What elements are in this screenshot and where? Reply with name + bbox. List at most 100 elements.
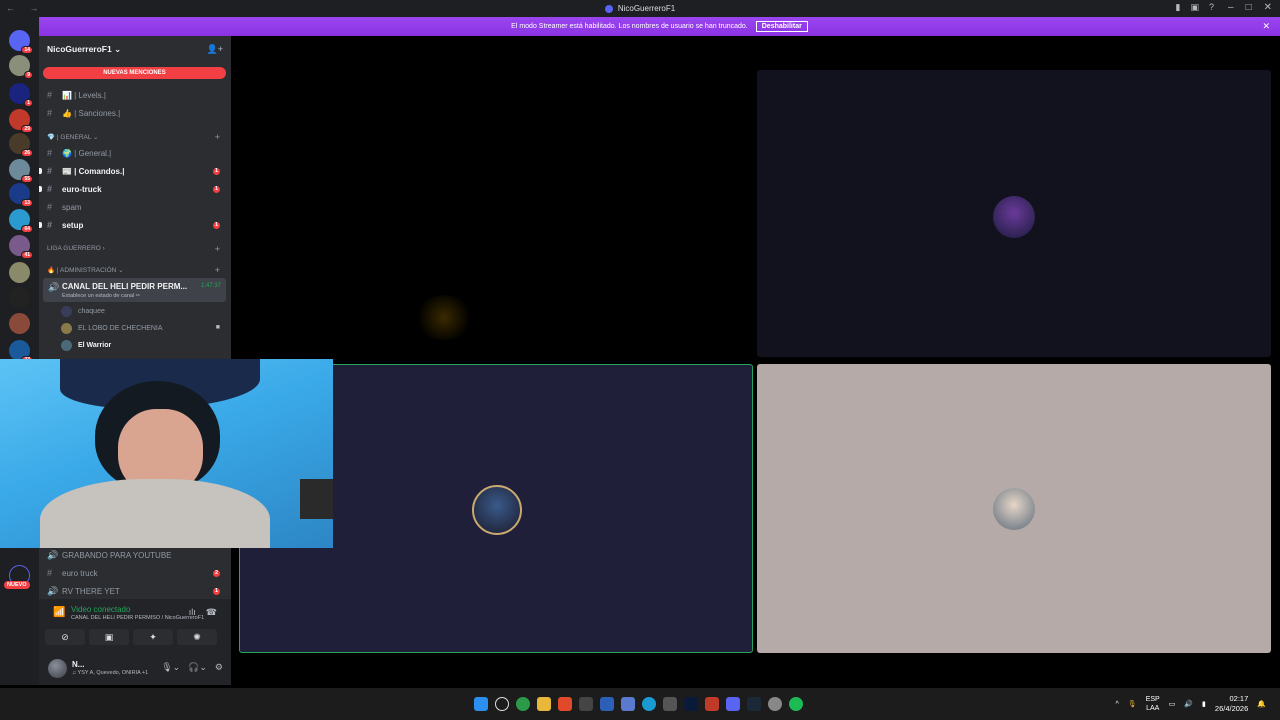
voice-user-self[interactable]: El Warrior (61, 339, 111, 352)
photoshop-icon[interactable] (684, 697, 698, 711)
category-liga-guerrero[interactable]: LIGA GUERRERO › + (47, 244, 225, 254)
close-window-button[interactable]: ✕ (1264, 2, 1272, 13)
game-icon[interactable] (705, 697, 719, 711)
bookmark-icon[interactable]: ▮ (1176, 2, 1181, 13)
microphone-tray-icon[interactable]: 🎙 (1128, 700, 1137, 708)
add-member-icon[interactable]: 👤+ (207, 44, 223, 55)
clock[interactable]: 02:17 26/4/2026 (1215, 694, 1248, 714)
volume-icon[interactable]: 🔊 (1184, 700, 1193, 708)
help-icon[interactable]: ? (1209, 2, 1214, 13)
streamer-mode-banner: El modo Streamer está habilitado. Los no… (39, 17, 1280, 36)
spotify-icon[interactable] (789, 697, 803, 711)
add-channel-icon[interactable]: + (215, 244, 220, 254)
camera-off-button[interactable]: ⊘ (45, 629, 85, 645)
channel-euro-truck[interactable]: # euro-truck 1 (39, 182, 225, 196)
disable-streamer-button[interactable]: Deshabilitar (755, 21, 808, 32)
steam-icon[interactable] (747, 697, 761, 711)
inbox-icon[interactable]: ▣ (1190, 2, 1199, 13)
soundboard-button[interactable]: ✺ (177, 629, 217, 645)
disconnect-icon[interactable]: ☎ (206, 607, 217, 618)
unread-indicator (39, 168, 42, 174)
channel-general[interactable]: # 🌍 | General.| (47, 146, 225, 160)
edge-icon[interactable] (642, 697, 656, 711)
add-channel-icon[interactable]: + (215, 265, 220, 275)
channel-sanciones[interactable]: # 👍 | Sanciones.| (47, 106, 225, 120)
file-explorer-icon[interactable] (537, 697, 551, 711)
add-channel-icon[interactable]: + (215, 132, 220, 142)
category-general[interactable]: 💎 | GENERAL ⌄ + (47, 132, 225, 142)
display-icon[interactable]: ▭ (1169, 700, 1176, 708)
server-icon[interactable]: 26 (9, 133, 33, 157)
close-banner-icon[interactable]: ✕ (1262, 21, 1270, 32)
calculator-icon[interactable] (663, 697, 677, 711)
video-tile-user-2[interactable] (757, 364, 1271, 653)
start-icon[interactable] (474, 697, 488, 711)
headphones-icon[interactable]: 🎧⌄ (188, 662, 207, 673)
voice-panel-icons: ılı ☎ (189, 607, 217, 618)
channel-euro-truck-voice[interactable]: # euro truck 2 (47, 566, 225, 580)
minimize-button[interactable]: – (1228, 2, 1234, 13)
voice-status-title[interactable]: Video conectado (71, 605, 130, 614)
server-icon[interactable]: 14 (9, 30, 33, 54)
obs-icon[interactable] (768, 697, 782, 711)
search-icon[interactable] (495, 697, 509, 711)
signal-icon[interactable]: 📶 (53, 607, 65, 618)
category-administracion[interactable]: 🔥 | ADMINISTRACIÓN ⌄ + (47, 265, 225, 275)
channel-status-hint[interactable]: Establece un estado de canal ✏ (62, 293, 140, 299)
mention-badge: 1 (24, 99, 33, 107)
server-icon[interactable]: 9 (9, 55, 33, 79)
server-icon[interactable] (9, 262, 30, 283)
server-icon[interactable]: 55 (9, 159, 33, 183)
word-icon[interactable] (600, 697, 614, 711)
server-icon[interactable]: 41 (9, 235, 33, 259)
voice-user[interactable]: EL LOBO DE CHECHENIA (61, 322, 231, 335)
mention-badge: 41 (21, 251, 33, 259)
hash-icon: # (47, 202, 53, 212)
chrome-icon[interactable] (516, 697, 530, 711)
new-mentions-pill[interactable]: NUEVAS MENCIONES (43, 67, 226, 79)
voice-user[interactable]: chaquee (61, 305, 105, 318)
settings-gear-icon[interactable]: ⚙ (215, 662, 223, 673)
app-icon[interactable] (579, 697, 593, 711)
microphone-icon[interactable]: 🎙⌄ (161, 662, 180, 673)
avatar[interactable] (48, 659, 67, 678)
nav-arrows[interactable]: ← → (6, 3, 45, 13)
screen-share-button[interactable]: ▣ (89, 629, 129, 645)
server-icon[interactable] (9, 313, 30, 334)
channel-comandos[interactable]: # 📰 | Comandos.| 1 (39, 164, 225, 178)
mention-badge: 1 (213, 167, 220, 175)
hash-icon: # (47, 166, 53, 176)
video-tile-user[interactable] (757, 70, 1271, 357)
channel-setup[interactable]: # setup 1 (39, 218, 225, 232)
activities-button[interactable]: ✦ (133, 629, 173, 645)
battery-icon[interactable]: ▮ (1202, 700, 1206, 708)
server-icon[interactable]: 13 (9, 183, 33, 207)
server-icon[interactable] (9, 287, 30, 308)
discord-icon[interactable] (726, 697, 740, 711)
channel-grabando[interactable]: 🔊 GRABANDO PARA YOUTUBE (47, 548, 225, 562)
window-title: NicoGuerreroF1 (617, 4, 676, 13)
video-tile-stream[interactable] (239, 70, 753, 357)
active-voice-channel[interactable]: 🔊 CANAL DEL HELI PEDIR PERM... Establece… (43, 278, 226, 302)
username[interactable]: N... (72, 660, 84, 669)
channel-levels[interactable]: # 📊 | Levels.| (47, 88, 225, 102)
server-icon[interactable]: 1 (9, 83, 33, 107)
server-icon[interactable]: 29 (9, 109, 33, 133)
brave-icon[interactable] (558, 697, 572, 711)
title-tools: ▮ ▣ ? (1176, 2, 1214, 13)
language-indicator[interactable]: ESP LAA (1146, 695, 1160, 713)
server-name-header[interactable]: NicoGuerreroF1 ⌄ (47, 44, 121, 55)
channel-rv-there-yet[interactable]: 🔊 RV THERE YET 1 (47, 584, 225, 598)
server-icon[interactable]: 64 (9, 209, 33, 233)
channel-spam[interactable]: # spam (47, 200, 225, 214)
hash-icon: # (47, 108, 53, 118)
copilot-icon[interactable] (621, 697, 635, 711)
maximize-button[interactable]: □ (1246, 2, 1252, 13)
noise-suppression-icon[interactable]: ılı (189, 607, 196, 618)
server-icon[interactable]: 27 (9, 340, 33, 364)
notifications-icon[interactable]: 🔔 (1257, 700, 1266, 708)
new-badge[interactable]: NUEVO (4, 581, 30, 589)
system-tray: ^ 🎙 ESP LAA ▭ 🔊 ▮ 02:17 26/4/2026 🔔 (1116, 694, 1267, 714)
voice-status-subtitle[interactable]: CANAL DEL HELI PEDIR PERMISO / NicoGuerr… (71, 615, 204, 621)
chevron-up-icon[interactable]: ^ (1116, 701, 1119, 708)
